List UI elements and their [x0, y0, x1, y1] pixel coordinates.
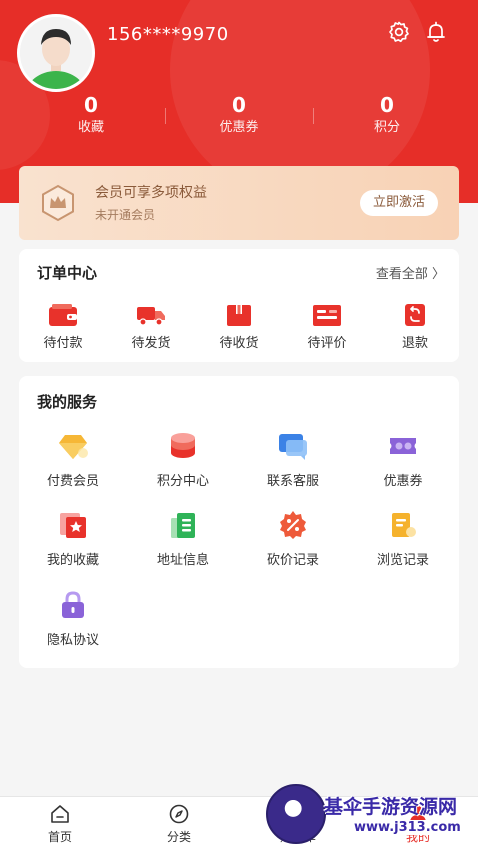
order-label: 待付款: [43, 336, 83, 351]
tab-category[interactable]: 分类: [129, 803, 229, 845]
watermark-title: 基伞手游资源网: [324, 796, 458, 818]
vip-banner[interactable]: 会员可享多项权益 未开通会员 立即激活: [19, 166, 459, 240]
settings-gear-icon[interactable]: [387, 20, 411, 44]
stats-row: 0 收藏 0 优惠券 0 积分: [0, 92, 478, 142]
stat-value: 0: [380, 93, 394, 117]
service-paid-member[interactable]: 付费会员: [23, 431, 123, 489]
delivery-truck-icon: [137, 307, 165, 326]
avatar-person-icon: [20, 17, 92, 89]
section-title: 订单中心: [37, 264, 98, 282]
stat-label: 积分: [373, 120, 400, 135]
review-card-icon: [313, 305, 341, 326]
coin-stack-icon: [171, 433, 195, 458]
service-privacy-policy[interactable]: 隐私协议: [23, 590, 123, 648]
service-label: 砍价记录: [266, 553, 319, 568]
divider: [313, 108, 314, 124]
service-customer-support[interactable]: 联系客服: [243, 431, 343, 489]
stat-label: 优惠券: [219, 120, 259, 135]
refund-icon: [405, 304, 425, 326]
view-all-orders-link[interactable]: 查看全部 〉: [376, 263, 445, 282]
order-center-card: 订单中心 查看全部 〉 待付款 待发货 待收货 待评价 退款: [19, 249, 459, 362]
order-pending-review[interactable]: 待评价: [287, 303, 367, 351]
service-coupons[interactable]: 优惠券: [353, 431, 453, 489]
chat-bubble-icon: [279, 434, 307, 460]
order-label: 待收货: [219, 336, 259, 351]
tab-home[interactable]: 首页: [10, 803, 110, 845]
service-label: 浏览记录: [376, 553, 429, 568]
service-my-favorites[interactable]: 我的收藏: [23, 510, 123, 568]
user-phone[interactable]: 156****9970: [107, 24, 229, 45]
service-label: 地址信息: [156, 553, 209, 568]
package-box-icon: [227, 305, 251, 326]
tab-label: 分类: [166, 830, 191, 844]
home-icon: [51, 805, 69, 823]
coupon-icon: [390, 438, 416, 454]
order-label: 待发货: [131, 336, 171, 351]
service-label: 优惠券: [383, 474, 423, 489]
wallet-icon: [49, 304, 77, 326]
activate-vip-button[interactable]: 立即激活: [360, 190, 438, 216]
divider: [165, 108, 166, 124]
vip-title: 会员可享多项权益: [95, 185, 207, 201]
vip-subtitle: 未开通会员: [95, 208, 156, 222]
chevron-right-icon: 〉: [431, 267, 445, 282]
stat-favorites[interactable]: 0 收藏: [36, 92, 146, 138]
view-all-label: 查看全部: [375, 267, 428, 282]
service-points-center[interactable]: 积分中心: [133, 431, 233, 489]
stat-value: 0: [84, 93, 98, 117]
tab-label: 首页: [47, 830, 72, 844]
stat-value: 0: [232, 93, 246, 117]
order-refund[interactable]: 退款: [375, 303, 455, 351]
crown-badge-icon: [42, 184, 74, 222]
order-pending-payment[interactable]: 待付款: [23, 303, 103, 351]
notification-bell-icon[interactable]: [424, 20, 448, 44]
my-services-card: 我的服务 付费会员 积分中心 联系客服 优惠券 我的收藏 地址信息 砍价记录 浏…: [19, 376, 459, 668]
diamond-icon: [59, 435, 88, 459]
service-label: 积分中心: [156, 474, 209, 489]
site-watermark: 基伞手游资源网 www.j313.com: [266, 784, 478, 846]
section-title: 我的服务: [37, 393, 98, 411]
star-card-icon: [60, 513, 86, 538]
stat-label: 收藏: [77, 120, 104, 135]
history-doc-icon: [392, 513, 416, 537]
service-label: 付费会员: [46, 474, 99, 489]
stat-coupons[interactable]: 0 优惠券: [184, 92, 294, 138]
stat-points[interactable]: 0 积分: [332, 92, 442, 138]
order-pending-shipment[interactable]: 待发货: [111, 303, 191, 351]
watermark-url: www.j313.com: [350, 820, 465, 835]
service-label: 我的收藏: [46, 553, 99, 568]
order-label: 退款: [401, 336, 428, 351]
address-book-icon: [171, 513, 195, 538]
service-label: 联系客服: [266, 474, 319, 489]
compass-icon: [169, 804, 189, 824]
watermark-logo-icon: [266, 784, 326, 844]
discount-badge-icon: [280, 511, 306, 539]
service-bargain-records[interactable]: 砍价记录: [243, 510, 343, 568]
order-label: 待评价: [307, 336, 347, 351]
service-browse-history[interactable]: 浏览记录: [353, 510, 453, 568]
lock-icon: [62, 591, 84, 618]
service-label: 隐私协议: [46, 633, 99, 648]
avatar[interactable]: [17, 14, 95, 92]
order-pending-receipt[interactable]: 待收货: [199, 303, 279, 351]
service-address-info[interactable]: 地址信息: [133, 510, 233, 568]
